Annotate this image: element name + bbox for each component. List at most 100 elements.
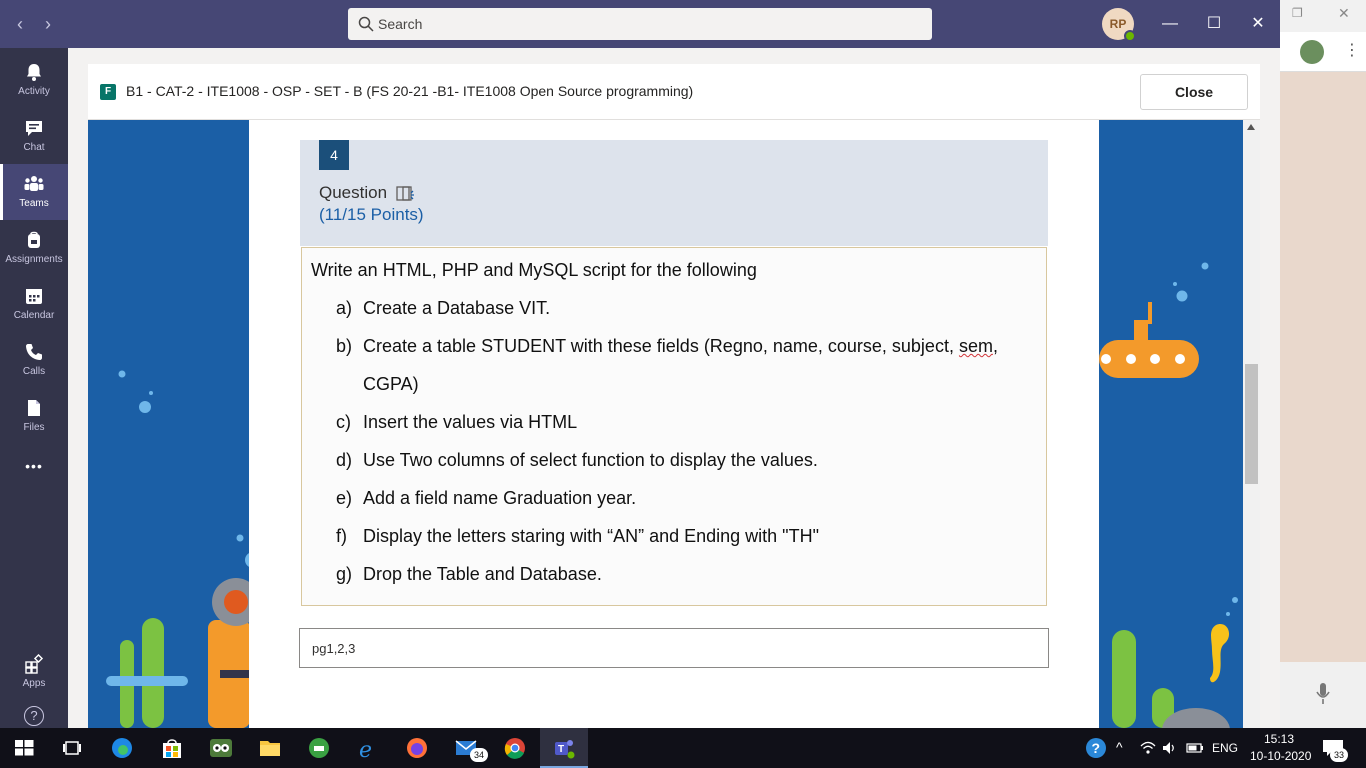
user-avatar[interactable]: RP	[1102, 8, 1136, 42]
clock-time[interactable]: 15:13	[1264, 732, 1294, 746]
back-button[interactable]: ‹	[8, 12, 32, 36]
backpack-icon	[28, 231, 40, 248]
battery-icon[interactable]	[1186, 740, 1204, 756]
rail-item-files[interactable]: Files	[0, 388, 68, 444]
question-item-key: d)	[336, 450, 353, 470]
phone-icon	[26, 344, 42, 360]
file-icon	[28, 400, 40, 416]
browser-restore-icon[interactable]: ❐	[1292, 6, 1303, 20]
question-item-key: e)	[336, 488, 353, 508]
svg-text:e: e	[359, 738, 372, 760]
start-button[interactable]	[0, 728, 48, 768]
more-apps-button[interactable]: •••	[0, 444, 68, 500]
question-item-text: Use Two columns of select function to di…	[363, 450, 818, 470]
form-header: F B1 - CAT-2 - ITE1008 - OSP - SET - B (…	[88, 64, 1260, 120]
question-item: e) Add a field name Graduation year.	[336, 488, 636, 509]
folder-icon	[260, 741, 280, 756]
spellcheck-flagged-word: sem	[958, 336, 993, 356]
rail-item-activity[interactable]: Activity	[0, 52, 68, 108]
task-view-icon	[63, 741, 81, 755]
question-number-badge: 4	[319, 140, 349, 170]
browser-title-bar: ❐ ✕	[1280, 0, 1366, 32]
taskbar-file-explorer[interactable]	[246, 728, 294, 768]
question-item-key: c)	[336, 412, 351, 432]
owl-app-icon	[210, 739, 232, 757]
help-icon[interactable]: ?	[24, 706, 44, 726]
green-app-icon	[309, 738, 329, 758]
wifi-icon[interactable]	[1140, 740, 1156, 756]
search-input[interactable]: Search	[348, 8, 932, 40]
edge-icon	[112, 738, 132, 758]
rail-label: Teams	[19, 198, 49, 209]
rail-item-apps[interactable]: Apps	[0, 644, 68, 700]
show-hidden-icons-chevron-icon[interactable]: ^	[1116, 739, 1123, 755]
scroll-up-arrow-icon[interactable]	[1247, 124, 1255, 130]
profile-avatar[interactable]	[1300, 40, 1324, 64]
taskbar-tripadvisor[interactable]	[197, 728, 245, 768]
taskbar-mail[interactable]: 34	[442, 728, 490, 768]
question-item-text: Drop the Table and Database.	[363, 564, 602, 584]
help-tray-icon[interactable]: ?	[1084, 736, 1108, 760]
question-header: 4 Question (11/15 Points)	[300, 140, 1048, 246]
rail-item-calendar[interactable]: Calendar	[0, 276, 68, 332]
rail-label: Calendar	[13, 310, 55, 321]
answer-input[interactable]: pg1,2,3	[299, 628, 1049, 668]
task-view-button[interactable]	[48, 728, 96, 768]
question-card: 4 Question (11/15 Points) Write an HTML,…	[249, 120, 1099, 728]
browser-close-icon[interactable]: ✕	[1338, 5, 1350, 22]
taskbar-edge[interactable]	[98, 728, 146, 768]
chat-icon	[26, 121, 42, 136]
search-icon	[358, 16, 374, 32]
rail-item-calls[interactable]: Calls	[0, 332, 68, 388]
taskbar-teams[interactable]: T	[540, 728, 588, 768]
form-canvas: 4 Question (11/15 Points) Write an HTML,…	[88, 120, 1243, 728]
input-language[interactable]: ENG	[1212, 741, 1238, 755]
maximize-button[interactable]: ☐	[1200, 10, 1228, 38]
question-image: Write an HTML, PHP and MySQL script for …	[301, 247, 1047, 606]
browser-toolbar: ⋮	[1280, 32, 1366, 72]
question-item-key: g)	[336, 564, 353, 584]
form-title: B1 - CAT-2 - ITE1008 - OSP - SET - B (FS…	[126, 83, 694, 99]
rail-item-assignments[interactable]: Assignments	[0, 220, 68, 276]
browser-menu-icon[interactable]: ⋮	[1344, 40, 1360, 60]
question-label: Question	[319, 183, 388, 202]
clock-date[interactable]: 10-10-2020	[1250, 749, 1311, 763]
taskbar-firefox[interactable]	[393, 728, 441, 768]
question-item-text: Create a table STUDENT with these fields…	[363, 336, 959, 356]
taskbar-store[interactable]	[148, 728, 196, 768]
rail-item-chat[interactable]: Chat	[0, 108, 68, 164]
microphone-icon[interactable]	[1316, 682, 1330, 706]
forward-button[interactable]: ›	[36, 12, 60, 36]
answer-value: pg1,2,3	[312, 641, 356, 656]
more-icon: •••	[25, 458, 43, 474]
immersive-reader-icon[interactable]	[396, 184, 418, 204]
minimize-button[interactable]: —	[1156, 10, 1184, 38]
taskbar-internet-explorer[interactable]: e	[344, 728, 392, 768]
background-browser-window: ❐ ✕ ⋮	[1280, 0, 1366, 728]
rail-item-teams[interactable]: Teams	[0, 164, 68, 220]
form-scrollbar[interactable]	[1243, 120, 1260, 728]
taskbar-chrome[interactable]	[491, 728, 539, 768]
window-close-button[interactable]: ✕	[1244, 10, 1272, 38]
bell-icon	[27, 64, 41, 81]
browser-lower-area	[1280, 662, 1366, 728]
question-item-key: a)	[336, 298, 353, 318]
apps-icon	[25, 654, 44, 674]
taskbar-app-green[interactable]	[295, 728, 343, 768]
rail-label: Activity	[18, 86, 50, 97]
question-item-text: Create a Database VIT.	[363, 298, 551, 318]
close-button[interactable]: Close	[1140, 74, 1248, 110]
rail-label: Calls	[22, 366, 46, 377]
volume-icon[interactable]	[1162, 740, 1178, 756]
question-item-text: Display the letters staring with “AN” an…	[363, 526, 819, 546]
windows-taskbar: e 34 T ? ^ ENG 15:13 10-10-2020 33	[0, 728, 1366, 768]
question-item: c) Insert the values via HTML	[336, 412, 577, 433]
question-item: g) Drop the Table and Database.	[336, 564, 602, 585]
rail-label: Assignments	[5, 254, 63, 265]
question-item: f) Display the letters staring with “AN” …	[336, 526, 819, 547]
question-points: (11/15 Points)	[319, 205, 424, 224]
chat-wallpaper	[1280, 72, 1366, 662]
scrollbar-thumb[interactable]	[1245, 364, 1258, 484]
question-item: b) Create a table STUDENT with these fiel…	[336, 336, 998, 357]
avatar-initials: RP	[1109, 17, 1127, 31]
